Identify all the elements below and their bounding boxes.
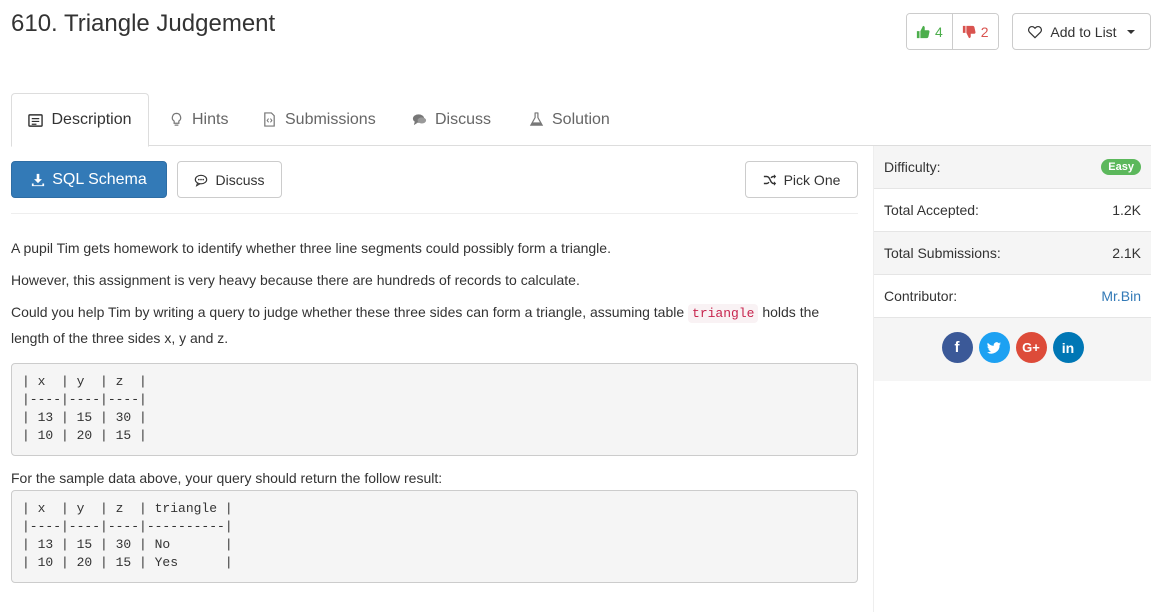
downvote-count: 2 bbox=[980, 23, 989, 40]
discuss-button[interactable]: Discuss bbox=[177, 161, 282, 198]
sample-output-table: | x | y | z | triangle | |----|----|----… bbox=[11, 490, 858, 583]
google-plus-share-button[interactable]: G+ bbox=[1015, 332, 1047, 363]
thumbs-up-icon bbox=[916, 25, 930, 38]
tab-solution[interactable]: Solution bbox=[529, 93, 610, 146]
tab-discuss-label: Discuss bbox=[435, 110, 492, 128]
submissions-label: Total Submissions: bbox=[884, 245, 1001, 261]
add-to-list-button[interactable]: Add to List bbox=[1012, 13, 1151, 50]
flask-icon bbox=[529, 112, 544, 126]
contributor-label: Contributor: bbox=[884, 288, 958, 304]
google-plus-icon: G+ bbox=[1022, 340, 1040, 355]
add-to-list-label: Add to List bbox=[1050, 23, 1117, 40]
stats-panel: Difficulty: Easy Total Accepted: 1.2K To… bbox=[874, 146, 1151, 381]
problem-title: 610. Triangle Judgement bbox=[11, 10, 276, 37]
tab-discuss[interactable]: Discuss bbox=[412, 93, 491, 146]
caret-down-icon bbox=[1126, 29, 1135, 34]
contributor-link[interactable]: Mr.Bin bbox=[1101, 288, 1141, 304]
submissions-row: Total Submissions: 2.1K bbox=[874, 232, 1151, 275]
linkedin-share-button[interactable]: in bbox=[1052, 332, 1084, 363]
description-paragraph-2: However, this assignment is very heavy b… bbox=[11, 271, 580, 288]
heart-icon bbox=[1028, 25, 1043, 39]
upvote-count: 4 bbox=[935, 23, 943, 40]
problem-description: A pupil Tim gets homework to identify wh… bbox=[11, 236, 858, 358]
content-divider bbox=[11, 213, 858, 214]
submissions-value: 2.1K bbox=[1112, 245, 1141, 261]
sample-input-table: | x | y | z | |----|----|----| | 13 | 15… bbox=[11, 363, 858, 456]
social-share-buttons: f G+ in bbox=[874, 318, 1151, 363]
code-file-icon bbox=[264, 112, 275, 127]
thumbs-down-icon bbox=[962, 25, 976, 38]
pick-one-button[interactable]: Pick One bbox=[745, 161, 858, 198]
description-paragraph-3: Could you help Tim by writing a query to… bbox=[11, 300, 858, 352]
downvote-button[interactable]: 2 bbox=[952, 14, 998, 49]
twitter-share-button[interactable] bbox=[978, 332, 1010, 363]
accepted-label: Total Accepted: bbox=[884, 202, 979, 218]
description-paragraph-4: For the sample data above, your query sh… bbox=[11, 470, 443, 486]
problem-tabs: Description Hints Submissions Discuss So… bbox=[11, 93, 1151, 147]
discuss-button-label: Discuss bbox=[215, 171, 265, 188]
download-icon bbox=[32, 173, 45, 186]
comments-icon bbox=[412, 114, 427, 126]
accepted-row: Total Accepted: 1.2K bbox=[874, 189, 1151, 232]
tab-solution-label: Solution bbox=[552, 110, 610, 128]
tab-description[interactable]: Description bbox=[11, 93, 149, 147]
contributor-row: Contributor: Mr.Bin bbox=[874, 275, 1151, 318]
vote-group: 4 2 bbox=[906, 13, 999, 50]
problem-sidebar: Difficulty: Easy Total Accepted: 1.2K To… bbox=[873, 146, 1151, 612]
upvote-button[interactable]: 4 bbox=[907, 14, 953, 49]
description-icon bbox=[28, 113, 44, 127]
random-icon bbox=[763, 173, 776, 186]
sql-schema-button[interactable]: SQL Schema bbox=[11, 161, 167, 198]
sql-schema-label: SQL Schema bbox=[52, 170, 147, 188]
linkedin-icon: in bbox=[1061, 339, 1075, 356]
tab-hints[interactable]: Hints bbox=[169, 93, 228, 146]
difficulty-badge: Easy bbox=[1101, 159, 1141, 175]
tab-submissions-label: Submissions bbox=[285, 110, 376, 128]
lightbulb-icon bbox=[171, 112, 182, 126]
difficulty-row: Difficulty: Easy bbox=[874, 146, 1151, 189]
tab-hints-label: Hints bbox=[192, 110, 229, 128]
paragraph-3-text-start: Could you help Tim by writing a query to… bbox=[11, 303, 689, 320]
difficulty-label: Difficulty: bbox=[884, 159, 941, 175]
facebook-share-button[interactable]: f bbox=[941, 332, 973, 363]
tab-submissions[interactable]: Submissions bbox=[262, 93, 376, 146]
twitter-icon bbox=[986, 341, 1001, 354]
table-name-code: triangle bbox=[688, 303, 759, 323]
accepted-value: 1.2K bbox=[1112, 202, 1141, 218]
tab-description-label: Description bbox=[51, 111, 132, 128]
pick-one-label: Pick One bbox=[783, 171, 841, 188]
facebook-icon: f bbox=[954, 339, 960, 356]
description-paragraph-1: A pupil Tim gets homework to identify wh… bbox=[11, 240, 611, 256]
comment-icon bbox=[195, 174, 208, 187]
